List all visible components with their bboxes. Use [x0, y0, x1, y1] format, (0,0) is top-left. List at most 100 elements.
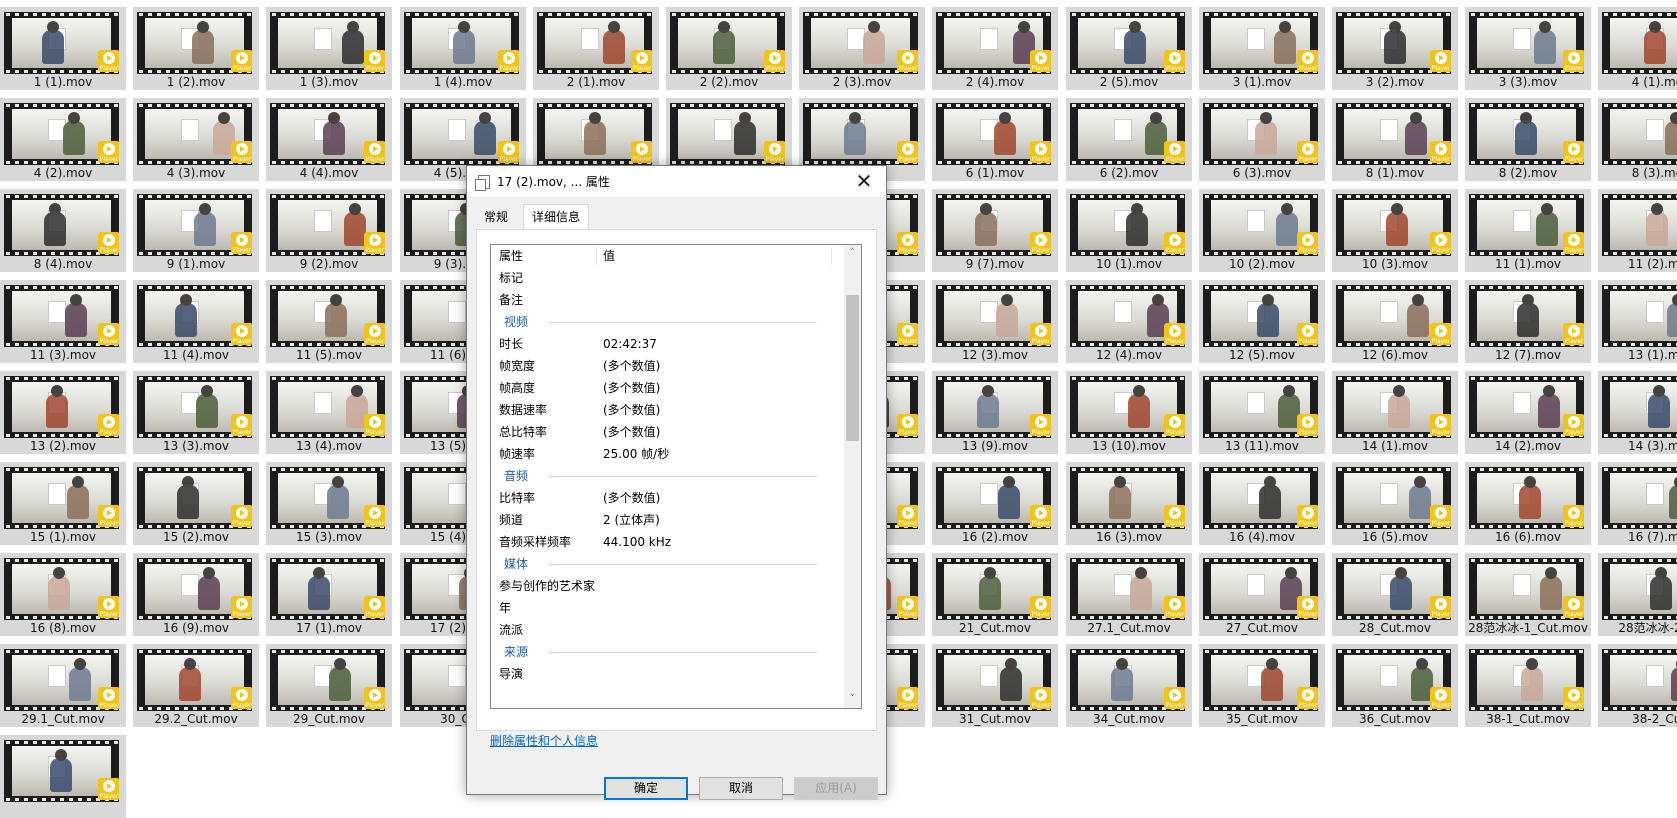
property-row[interactable]: 数据速率 (多个数值) — [491, 399, 843, 421]
video-file-tile[interactable]: Player14 (3).mov — [1598, 371, 1677, 454]
dialog-titlebar[interactable]: 17 (2).mov, ... 属性 ✕ — [467, 166, 886, 197]
video-file-tile[interactable]: Player 12 (3).mov — [932, 280, 1058, 363]
video-file-tile[interactable]: Player 27.1_Cut.mov — [1066, 553, 1192, 636]
remove-properties-link[interactable]: 删除属性和个人信息 — [490, 732, 598, 749]
property-row[interactable]: 帧宽度 (多个数值) — [491, 355, 843, 377]
video-file-tile[interactable]: Player 11 (1).mov — [1465, 189, 1591, 272]
video-file-tile[interactable]: Player 16 (3).mov — [1066, 462, 1192, 545]
property-value[interactable]: (多个数值) — [603, 421, 660, 443]
video-file-tile[interactable]: Player 6 (1).mov — [932, 98, 1058, 181]
video-file-tile[interactable]: Player28范冰冰-2_Cu — [1598, 553, 1677, 636]
column-header-property[interactable]: 属性 — [499, 245, 523, 267]
tab-general[interactable]: 常规 — [476, 206, 516, 228]
video-file-tile[interactable]: Player 6 (3).mov — [1199, 98, 1325, 181]
video-file-tile[interactable]: Player38-2_Cut. — [1598, 644, 1677, 727]
property-list[interactable]: 属性 值 标记 备注 视频 时长 02:42:37 帧宽度 (多个数值) 帧高度 (多个数值) 数… — [490, 244, 862, 709]
ok-button[interactable]: 确定 — [604, 777, 688, 800]
property-row[interactable]: 备注 — [491, 289, 843, 311]
video-file-tile[interactable]: Player 9 (2).mov — [266, 189, 392, 272]
video-file-tile[interactable]: Player 11 (4).mov — [133, 280, 259, 363]
video-file-tile[interactable]: Player 13 (11).mov — [1199, 371, 1325, 454]
close-button[interactable]: ✕ — [842, 166, 886, 197]
vertical-scrollbar[interactable]: ˄ ˅ — [844, 245, 861, 708]
video-file-tile[interactable]: Player — [0, 735, 126, 818]
cancel-button[interactable]: 取消 — [699, 777, 783, 800]
property-row[interactable]: 总比特率 (多个数值) — [491, 421, 843, 443]
video-file-tile[interactable]: Player 8 (1).mov — [1332, 98, 1458, 181]
video-file-tile[interactable]: Player 28范冰冰-1_Cut.mov — [1465, 553, 1591, 636]
property-value[interactable]: (多个数值) — [603, 487, 660, 509]
video-file-tile[interactable]: Player 34_Cut.mov — [1066, 644, 1192, 727]
video-file-tile[interactable]: Player 4 (2).mov — [0, 98, 126, 181]
property-row[interactable]: 音频采样频率 44.100 kHz — [491, 531, 843, 553]
video-file-tile[interactable]: Player 15 (1).mov — [0, 462, 126, 545]
video-file-tile[interactable]: Player 38-1_Cut.mov — [1465, 644, 1591, 727]
property-value[interactable]: (多个数值) — [603, 355, 660, 377]
video-file-tile[interactable]: Player 16 (5).mov — [1332, 462, 1458, 545]
tab-details[interactable]: 详细信息 — [523, 204, 590, 230]
video-file-tile[interactable]: Player16 (7).mov — [1598, 462, 1677, 545]
video-file-tile[interactable]: Player 15 (2).mov — [133, 462, 259, 545]
property-row[interactable]: 参与创作的艺术家 — [491, 575, 843, 597]
video-file-tile[interactable]: Player 13 (10).mov — [1066, 371, 1192, 454]
video-file-tile[interactable]: Player 9 (1).mov — [133, 189, 259, 272]
video-file-tile[interactable]: Player 10 (2).mov — [1199, 189, 1325, 272]
video-file-tile[interactable]: Player 2 (5).mov — [1066, 7, 1192, 90]
video-file-tile[interactable]: Player 11 (3).mov — [0, 280, 126, 363]
video-file-tile[interactable]: Player 8 (2).mov — [1465, 98, 1591, 181]
property-value[interactable]: 02:42:37 — [603, 333, 657, 355]
video-file-tile[interactable]: Player 1 (1).mov — [0, 7, 126, 90]
video-file-tile[interactable]: Player 8 (4).mov — [0, 189, 126, 272]
video-file-tile[interactable]: Player 1 (4).mov — [400, 7, 526, 90]
scroll-thumb[interactable] — [846, 295, 859, 441]
property-row[interactable]: 年 — [491, 597, 843, 619]
property-row[interactable]: 时长 02:42:37 — [491, 333, 843, 355]
video-file-tile[interactable]: Player 27_Cut.mov — [1199, 553, 1325, 636]
video-file-tile[interactable]: Player13 (1).mov — [1598, 280, 1677, 363]
video-file-tile[interactable]: Player 29_Cut.mov — [266, 644, 392, 727]
video-file-tile[interactable]: Player 29.2_Cut.mov — [133, 644, 259, 727]
video-file-tile[interactable]: Player 6 (2).mov — [1066, 98, 1192, 181]
video-file-tile[interactable]: Player 31_Cut.mov — [932, 644, 1058, 727]
video-file-tile[interactable]: Player 4 (4).mov — [266, 98, 392, 181]
video-file-tile[interactable]: Player 29.1_Cut.mov — [0, 644, 126, 727]
video-file-tile[interactable]: Player 16 (8).mov — [0, 553, 126, 636]
video-file-tile[interactable]: Player 35_Cut.mov — [1199, 644, 1325, 727]
property-value[interactable]: 2 (立体声) — [603, 509, 660, 531]
video-file-tile[interactable]: Player 9 (7).mov — [932, 189, 1058, 272]
property-value[interactable]: (多个数值) — [603, 399, 660, 421]
scroll-up-icon[interactable]: ˄ — [844, 245, 861, 262]
video-file-tile[interactable]: Player 2 (1).mov — [533, 7, 659, 90]
scroll-down-icon[interactable]: ˅ — [844, 691, 861, 708]
video-file-tile[interactable]: Player 15 (3).mov — [266, 462, 392, 545]
video-file-tile[interactable]: Player 28_Cut.mov — [1332, 553, 1458, 636]
column-divider[interactable] — [596, 247, 597, 265]
video-file-tile[interactable]: Player 12 (4).mov — [1066, 280, 1192, 363]
video-file-tile[interactable]: Player 2 (4).mov — [932, 7, 1058, 90]
video-file-tile[interactable]: Player 16 (9).mov — [133, 553, 259, 636]
video-file-tile[interactable]: Player 12 (5).mov — [1199, 280, 1325, 363]
video-file-tile[interactable]: Player 14 (2).mov — [1465, 371, 1591, 454]
video-file-tile[interactable]: Player 3 (3).mov — [1465, 7, 1591, 90]
property-value[interactable]: (多个数值) — [603, 377, 660, 399]
video-file-tile[interactable]: Player11 (2).mov — [1598, 189, 1677, 272]
property-row[interactable]: 帧高度 (多个数值) — [491, 377, 843, 399]
video-file-tile[interactable]: Player 16 (2).mov — [932, 462, 1058, 545]
video-file-tile[interactable]: Player 36_Cut.mov — [1332, 644, 1458, 727]
property-row[interactable]: 帧速率 25.00 帧/秒 — [491, 443, 843, 465]
video-file-tile[interactable]: Player 2 (2).mov — [666, 7, 792, 90]
video-file-tile[interactable]: Player 12 (6).mov — [1332, 280, 1458, 363]
property-value[interactable]: 44.100 kHz — [603, 531, 671, 553]
video-file-tile[interactable]: Player 16 (6).mov — [1465, 462, 1591, 545]
video-file-tile[interactable]: Player 1 (2).mov — [133, 7, 259, 90]
apply-button[interactable]: 应用(A) — [794, 777, 878, 800]
video-file-tile[interactable]: Player 2 (3).mov — [799, 7, 925, 90]
property-value[interactable]: 25.00 帧/秒 — [603, 443, 669, 465]
video-file-tile[interactable]: Player 13 (2).mov — [0, 371, 126, 454]
video-file-tile[interactable]: Player 12 (7).mov — [1465, 280, 1591, 363]
video-file-tile[interactable]: Player 4 (3).mov — [133, 98, 259, 181]
property-row[interactable]: 频道 2 (立体声) — [491, 509, 843, 531]
video-file-tile[interactable]: Player 3 (1).mov — [1199, 7, 1325, 90]
video-file-tile[interactable]: Player 13 (3).mov — [133, 371, 259, 454]
column-header-value[interactable]: 值 — [603, 245, 615, 267]
